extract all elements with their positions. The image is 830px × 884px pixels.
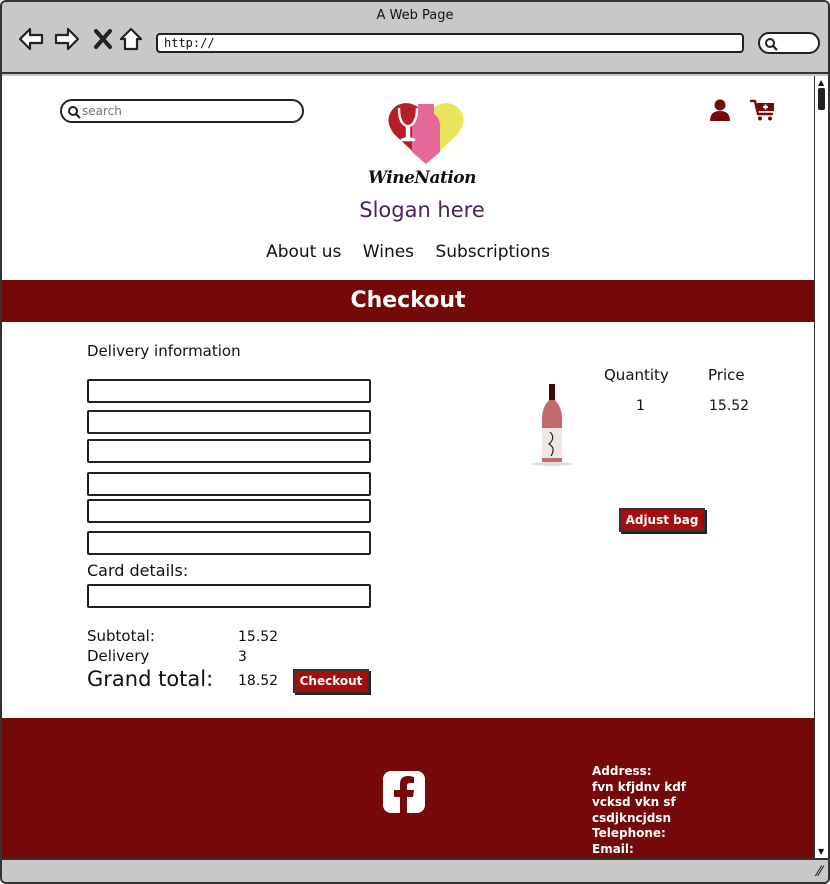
home-icon[interactable]: [116, 24, 146, 54]
delivery-field-4[interactable]: [87, 472, 371, 496]
browser-titlebar: A Web Page http://: [2, 2, 828, 74]
facebook-icon[interactable]: [382, 770, 426, 814]
address-label: Address:: [592, 764, 652, 778]
subtotal-value: 15.52: [238, 629, 279, 645]
address-bar[interactable]: http://: [156, 33, 744, 53]
telephone-label: Telephone:: [592, 826, 666, 840]
checkout-button[interactable]: Checkout: [293, 669, 369, 693]
cart-add-icon[interactable]: [750, 98, 776, 122]
resize-grip-icon[interactable]: ⁄⁄: [817, 864, 822, 880]
wine-bottle-image[interactable]: [530, 382, 574, 466]
card-details-field[interactable]: [87, 584, 371, 608]
item-quantity: 1: [636, 398, 645, 414]
browser-window: A Web Page http:// search WineNation Slo…: [0, 0, 830, 884]
delivery-info-label: Delivery information: [87, 342, 241, 360]
delivery-label: Delivery: [87, 647, 150, 665]
site-footer: Address: fvn kfjdnv kdf vcksd vkn sf csd…: [2, 718, 814, 858]
browser-search-field[interactable]: [758, 32, 820, 54]
search-icon: [68, 106, 81, 119]
grand-total-value: 18.52: [238, 673, 279, 689]
adjust-bag-button[interactable]: Adjust bag: [619, 508, 705, 532]
delivery-field-3[interactable]: [87, 439, 371, 463]
scrollbar-thumb[interactable]: [818, 88, 825, 110]
search-input[interactable]: [82, 102, 292, 120]
user-icon[interactable]: [708, 98, 732, 122]
delivery-value: 3: [238, 649, 247, 665]
back-icon[interactable]: [16, 24, 46, 54]
main-nav: About us Wines Subscriptions: [2, 242, 814, 262]
search-icon: [765, 38, 778, 51]
nav-about-us[interactable]: About us: [266, 242, 341, 262]
card-details-label: Card details:: [87, 561, 189, 580]
address-line: fvn kfjdnv kdf: [592, 779, 687, 794]
price-header: Price: [708, 366, 745, 384]
delivery-field-5[interactable]: [87, 499, 371, 523]
slogan: Slogan here: [359, 198, 485, 222]
email-label: Email:: [592, 841, 634, 856]
subtotal-label: Subtotal:: [87, 627, 155, 645]
item-price: 15.52: [709, 398, 750, 414]
winenation-logo: [388, 103, 464, 164]
status-bar: ⁄⁄: [2, 858, 828, 882]
checkout-banner: Checkout: [2, 280, 814, 322]
delivery-field-6[interactable]: [87, 531, 371, 555]
scroll-up-icon[interactable]: ▲: [818, 78, 824, 87]
grand-total-label: Grand total:: [87, 667, 214, 691]
address-line: csdjkncjdsn: [592, 810, 671, 825]
page-viewport: WineNation Slogan here About us Wines Su…: [2, 76, 814, 858]
quantity-header: Quantity: [604, 366, 669, 384]
site-search-box[interactable]: [60, 99, 304, 123]
contact-block: Address: fvn kfjdnv kdf vcksd vkn sf csd…: [592, 764, 686, 857]
window-title: A Web Page: [376, 8, 454, 23]
nav-wines[interactable]: Wines: [363, 242, 414, 262]
forward-icon[interactable]: [52, 24, 82, 54]
vertical-scrollbar[interactable]: ▲ ▼: [814, 76, 828, 858]
stop-icon[interactable]: [88, 24, 118, 54]
brand-name: WineNation: [368, 168, 477, 188]
address-line: vcksd vkn sf: [592, 795, 676, 809]
nav-subscriptions[interactable]: Subscriptions: [435, 242, 549, 262]
scroll-down-icon[interactable]: ▼: [818, 847, 824, 856]
delivery-field-1[interactable]: [87, 379, 371, 403]
delivery-field-2[interactable]: [87, 410, 371, 434]
